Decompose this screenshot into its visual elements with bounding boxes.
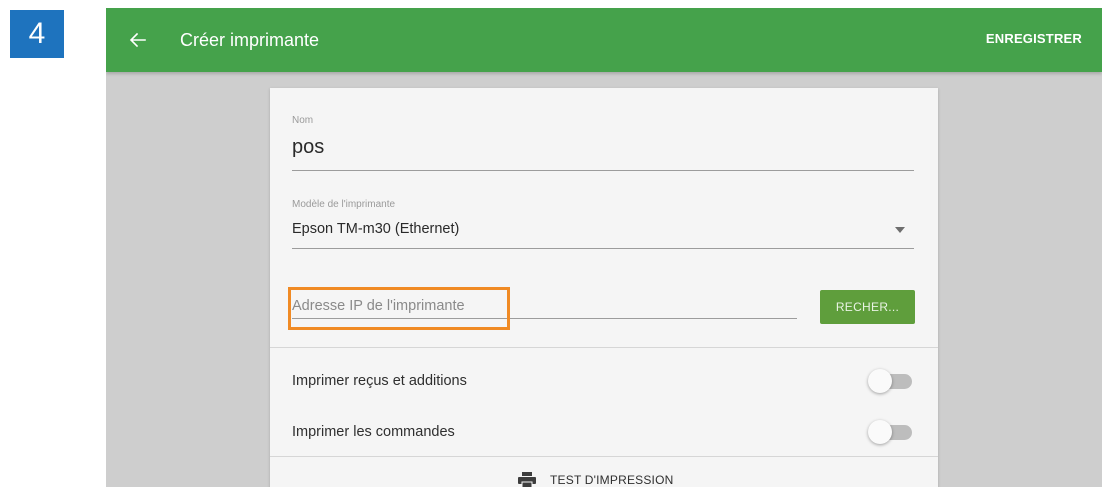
toggle-knob	[868, 369, 892, 393]
print-receipts-label: Imprimer reçus et additions	[292, 373, 467, 389]
printer-model-select[interactable]: Epson TM-m30 (Ethernet)	[292, 221, 459, 237]
model-field-underline	[292, 248, 914, 249]
ip-address-input[interactable]	[292, 293, 797, 319]
section-divider	[270, 347, 938, 348]
test-print-button[interactable]: TEST D'IMPRESSION	[518, 472, 674, 487]
dropdown-triangle-icon[interactable]	[895, 227, 905, 233]
name-field-underline	[292, 170, 914, 171]
name-field[interactable]: pos	[292, 136, 324, 159]
footer-divider	[270, 456, 938, 457]
step-number-badge: 4	[10, 10, 64, 58]
print-orders-toggle[interactable]	[868, 418, 916, 446]
save-button[interactable]: ENREGISTRER	[986, 31, 1082, 46]
app-screen: Créer imprimante ENREGISTRER Nom pos Mod…	[106, 8, 1102, 487]
test-print-label: TEST D'IMPRESSION	[550, 473, 674, 487]
toggle-knob	[868, 420, 892, 444]
print-orders-label: Imprimer les commandes	[292, 424, 455, 440]
page-title: Créer imprimante	[180, 30, 320, 50]
model-field-label: Modèle de l'imprimante	[292, 199, 396, 210]
printer-icon	[518, 472, 536, 487]
printer-form-card: Nom pos Modèle de l'imprimante Epson TM-…	[270, 88, 938, 487]
back-arrow-icon[interactable]	[128, 30, 148, 50]
app-bar: Créer imprimante ENREGISTRER	[106, 8, 1102, 72]
name-field-label: Nom	[292, 115, 314, 126]
print-receipts-toggle[interactable]	[868, 367, 916, 395]
search-printer-button[interactable]: RECHER...	[820, 290, 915, 324]
